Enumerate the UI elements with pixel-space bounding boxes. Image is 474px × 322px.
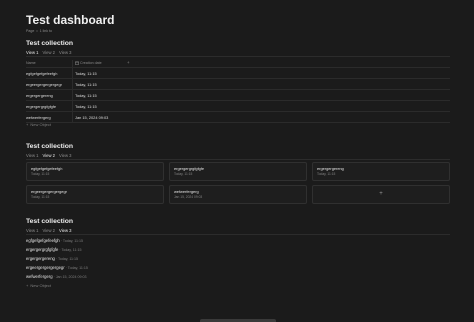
tab-view-2[interactable]: View 2 [43, 228, 56, 233]
list-item[interactable]: ergeergergergergegr· Today, 11:15 [26, 265, 88, 270]
view-tabs: View 1 View 2 View 3 [26, 153, 72, 158]
add-card-button[interactable]: + [312, 185, 450, 204]
column-divider [72, 60, 73, 67]
card-title: ergergergrgfgfgfe [174, 166, 205, 171]
collection-title[interactable]: Test collection [26, 218, 73, 225]
column-creation-date[interactable]: Creation date [75, 61, 102, 65]
plus-icon: + [26, 283, 29, 288]
tab-view-1[interactable]: View 1 [26, 228, 39, 233]
cell-divider [72, 111, 73, 122]
cell-date[interactable]: Today, 11:15 [75, 71, 97, 76]
cell-name[interactable]: ergeergergergergegr [26, 82, 62, 87]
tab-view-1[interactable]: View 1 [26, 153, 39, 158]
list-item-name: ergeergergergergegr [26, 265, 65, 270]
column-name[interactable]: Name [26, 61, 36, 65]
list-item-date: · Jan 15, 2024 09:03 [53, 275, 87, 279]
collection-title[interactable]: Test collection [26, 40, 73, 47]
collection-title[interactable]: Test collection [26, 143, 73, 150]
cell-date[interactable]: Today, 11:15 [75, 93, 97, 98]
card-title: wefwerfergerg [174, 189, 199, 194]
list-item[interactable]: wefwerfergerg· Jan 15, 2024 09:03 [26, 274, 87, 279]
column-creation-date-label: Creation date [80, 61, 102, 65]
meta-type: Page [26, 29, 35, 33]
card-date: Today, 11:15 [31, 195, 50, 199]
gallery-card[interactable]: wefwerfergerg Jan 15, 2024 09:03 [169, 185, 307, 204]
tab-view-1[interactable]: View 1 [26, 50, 39, 55]
cell-divider [72, 67, 73, 78]
view-tabs: View 1 View 2 View 3 [26, 50, 72, 55]
new-object-button[interactable]: + New Object [26, 122, 51, 127]
new-object-button[interactable]: + New Object [26, 283, 51, 288]
cell-name[interactable]: ergergergrgfgfgfe [26, 104, 56, 109]
view-tabs: View 1 View 2 View 3 [26, 228, 72, 233]
card-date: Jan 15, 2024 09:03 [174, 195, 203, 199]
table-row[interactable]: ergergergrgfgfgfe Today, 11:15 [26, 100, 450, 111]
list-item-date: · Today, 11:15 [59, 248, 82, 252]
list-item-name: ergergergrgfgfgfe [26, 247, 59, 252]
gallery-card[interactable]: ergeergergergergegr Today, 11:15 [26, 185, 164, 204]
list-item-name: egfgefgefgefeefgh [26, 238, 60, 243]
gallery-card[interactable]: ergergergrgfgfgfe Today, 11:15 [169, 162, 307, 181]
cell-name[interactable]: egfgefgefgefeefgh [26, 71, 57, 76]
list-item[interactable]: ergergergrgfgfgfe· Today, 11:15 [26, 247, 82, 252]
card-date: Today, 11:15 [31, 172, 50, 176]
page-meta: Page • 1 link to [26, 29, 52, 33]
tab-view-2[interactable]: View 2 [43, 153, 56, 158]
cell-name[interactable]: wefwerfergerg [26, 115, 51, 120]
meta-dot: • [36, 29, 38, 33]
gallery-card[interactable]: ergergergereng Today, 11:15 [312, 162, 450, 181]
tab-view-3[interactable]: View 3 [59, 153, 72, 158]
page-title: Test dashboard [26, 13, 115, 27]
gallery-card[interactable]: egfgefgefgefeefgh Today, 11:15 [26, 162, 164, 181]
table-row[interactable]: egfgefgefgefeefgh Today, 11:15 [26, 67, 450, 78]
tab-view-3[interactable]: View 3 [59, 228, 72, 233]
cell-name[interactable]: ergergergereng [26, 93, 53, 98]
new-object-label: New Object [30, 122, 52, 127]
list-item-name: wefwerfergerg [26, 274, 53, 279]
add-column-button[interactable]: + [127, 60, 130, 65]
tabs-divider [26, 56, 450, 57]
cell-divider [72, 78, 73, 89]
cell-date[interactable]: Jan 15, 2024 09:03 [75, 115, 108, 120]
list-item[interactable]: egfgefgefgefeefgh· Today, 11:15 [26, 238, 83, 243]
list-item-date: · Today, 11:15 [60, 239, 83, 243]
calendar-icon [75, 61, 79, 65]
plus-icon: + [379, 191, 383, 197]
list-item-name: ergergergereng [26, 256, 55, 261]
table-row[interactable]: ergergergereng Today, 11:15 [26, 89, 450, 100]
new-object-label: New Object [30, 283, 52, 288]
card-title: egfgefgefgefeefgh [31, 166, 63, 171]
card-date: Today, 11:15 [174, 172, 193, 176]
cell-date[interactable]: Today, 11:15 [75, 104, 97, 109]
card-title: ergeergergergergegr [31, 189, 67, 194]
meta-links[interactable]: 1 link to [40, 29, 52, 33]
card-title: ergergergereng [317, 166, 344, 171]
cell-divider [72, 100, 73, 111]
cell-date[interactable]: Today, 11:15 [75, 82, 97, 87]
tabs-divider [26, 159, 450, 160]
tabs-divider [26, 234, 450, 235]
table-row[interactable]: wefwerfergerg Jan 15, 2024 09:03 [26, 111, 450, 123]
card-date: Today, 11:15 [317, 172, 336, 176]
list-item-date: · Today, 11:15 [55, 257, 79, 261]
tab-view-2[interactable]: View 2 [43, 50, 56, 55]
tab-view-3[interactable]: View 3 [59, 50, 72, 55]
plus-icon: + [26, 122, 29, 127]
list-item[interactable]: ergergergereng· Today, 11:15 [26, 256, 78, 261]
list-item-date: · Today, 11:15 [65, 266, 88, 270]
table-row[interactable]: ergeergergergergegr Today, 11:15 [26, 78, 450, 89]
cell-divider [72, 89, 73, 100]
table-header: Name Creation date + [26, 60, 450, 67]
